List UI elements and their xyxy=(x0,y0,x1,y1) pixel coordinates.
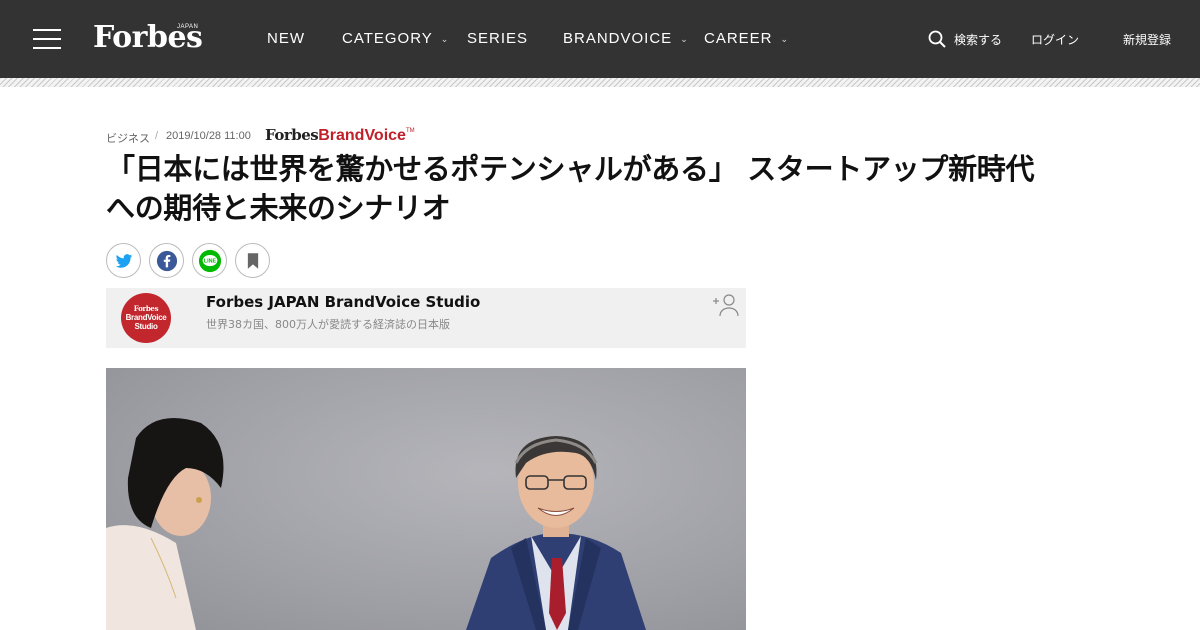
share-facebook-button[interactable] xyxy=(149,243,184,278)
nav-item-series[interactable]: SERIES xyxy=(467,0,528,78)
search-label: 検索する xyxy=(954,33,1003,47)
avatar-line: Forbes xyxy=(133,304,159,313)
logo-subtitle: JAPAN xyxy=(177,24,199,30)
man-figure xyxy=(466,436,646,630)
author-description: 世界38カ国、800万人が愛読する経済誌の日本版 xyxy=(206,318,450,331)
chevron-down-icon: ⌄ xyxy=(780,34,790,44)
site-header: Forbes JAPAN NEW CATEGORY ⌄ SERIES BRANDV… xyxy=(0,0,1200,78)
nav-label: BRANDVOICE xyxy=(563,30,673,47)
chevron-down-icon: ⌄ xyxy=(680,34,689,44)
bookmark-icon xyxy=(247,252,258,269)
woman-figure xyxy=(106,418,224,630)
nav-item-career[interactable]: CAREER ⌄ xyxy=(704,0,789,78)
signup-link[interactable]: 新規登録 xyxy=(1123,31,1171,48)
header-divider xyxy=(0,78,1200,87)
article-title: 「日本には世界を驚かせるポテンシャルがある」 スタートアップ新時代への期待と未来… xyxy=(106,152,1035,225)
nav-label: CAREER xyxy=(704,30,773,47)
nav-label: CATEGORY xyxy=(342,30,433,47)
search-icon xyxy=(928,30,946,48)
brandvoice-logo-forbes: Forbes xyxy=(265,126,319,144)
author-name[interactable]: Forbes JAPAN BrandVoice Studio xyxy=(206,293,480,311)
nav-label: NEW xyxy=(267,30,305,47)
brandvoice-logo[interactable]: ForbesBrandVoiceTM xyxy=(265,126,415,145)
brandvoice-logo-brand: BrandVoice xyxy=(318,127,406,144)
follow-author-icon[interactable] xyxy=(712,292,740,318)
site-logo[interactable]: Forbes JAPAN xyxy=(93,18,203,58)
avatar-line: BrandVoice xyxy=(125,313,167,322)
nav-label: SERIES xyxy=(467,30,529,47)
nav-item-brandvoice[interactable]: BRANDVOICE ⌄ xyxy=(563,0,689,78)
facebook-icon xyxy=(156,250,177,271)
category-link[interactable]: ビジネス xyxy=(106,130,150,146)
trademark-mark: TM xyxy=(405,128,415,134)
avatar: Forbes BrandVoice Studio xyxy=(121,293,171,343)
line-icon: LINE xyxy=(198,249,221,272)
hero-image xyxy=(106,368,746,630)
nav-item-category[interactable]: CATEGORY ⌄ xyxy=(342,0,449,78)
login-link[interactable]: ログイン xyxy=(1031,31,1079,48)
share-twitter-button[interactable] xyxy=(106,243,141,278)
hero-illustration xyxy=(106,418,646,630)
line-icon-label: LINE xyxy=(203,258,216,264)
publish-date: 2019/10/28 11:00 xyxy=(166,130,251,142)
author-box[interactable]: Forbes BrandVoice Studio Forbes JAPAN Br… xyxy=(106,288,746,348)
share-line-button[interactable]: LINE xyxy=(192,243,227,278)
menu-icon[interactable] xyxy=(33,29,61,49)
chevron-down-icon: ⌄ xyxy=(440,34,450,44)
nav-item-new[interactable]: NEW xyxy=(267,0,305,78)
meta-separator: / xyxy=(155,130,159,142)
avatar-line: Studio xyxy=(134,322,158,331)
twitter-icon xyxy=(115,253,132,268)
bookmark-button[interactable] xyxy=(235,243,270,278)
